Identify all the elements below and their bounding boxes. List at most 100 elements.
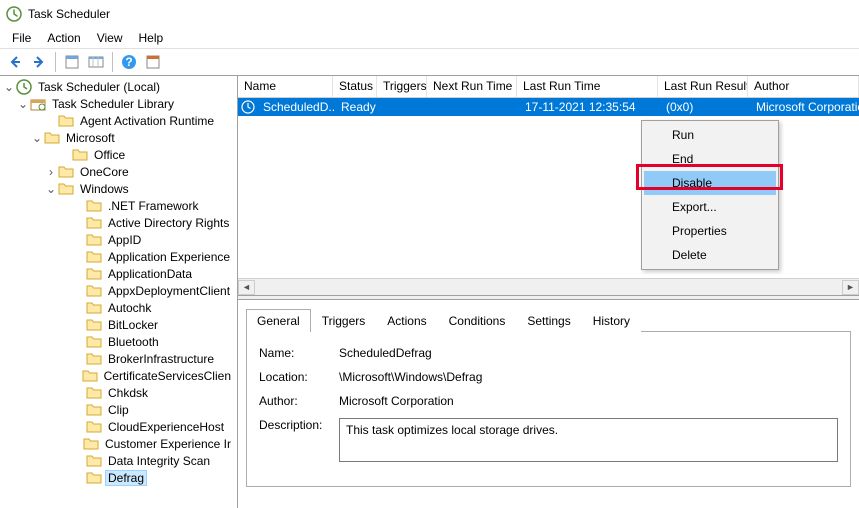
tree-node[interactable]: ›OneCore bbox=[0, 163, 237, 180]
tree-node[interactable]: Agent Activation Runtime bbox=[0, 112, 237, 129]
tree-node[interactable]: AppID bbox=[0, 231, 237, 248]
col-next[interactable]: Next Run Time bbox=[427, 76, 517, 97]
tree-label: Agent Activation Runtime bbox=[78, 114, 216, 128]
tree-node[interactable]: CertificateServicesClien bbox=[0, 367, 237, 384]
scroll-right-icon[interactable]: ► bbox=[842, 280, 859, 295]
folder-icon bbox=[86, 283, 102, 299]
ctx-end[interactable]: End bbox=[644, 147, 776, 171]
col-name[interactable]: Name bbox=[238, 76, 333, 97]
titlebar: Task Scheduler bbox=[0, 0, 859, 28]
tree-node[interactable]: Bluetooth bbox=[0, 333, 237, 350]
tree-label: ApplicationData bbox=[106, 267, 194, 281]
folder-icon bbox=[58, 181, 74, 197]
chevron-down-icon[interactable]: ⌄ bbox=[2, 80, 16, 94]
ctx-delete[interactable]: Delete bbox=[644, 243, 776, 267]
tree-node[interactable]: Application Experience bbox=[0, 248, 237, 265]
tree-spacer bbox=[72, 216, 86, 230]
window-title: Task Scheduler bbox=[28, 7, 110, 21]
scroll-left-icon[interactable]: ◄ bbox=[238, 280, 255, 295]
folder-icon bbox=[86, 334, 102, 350]
menu-view[interactable]: View bbox=[89, 29, 131, 47]
tab-actions[interactable]: Actions bbox=[376, 309, 437, 332]
tree-spacer bbox=[72, 250, 86, 264]
details-pane: General Triggers Actions Conditions Sett… bbox=[238, 300, 859, 508]
tree-node[interactable]: ApplicationData bbox=[0, 265, 237, 282]
tree-node[interactable]: Defrag bbox=[0, 469, 237, 486]
tree-node[interactable]: .NET Framework bbox=[0, 197, 237, 214]
tree-pane[interactable]: ⌄ Task Scheduler (Local) ⌄ Task Schedule… bbox=[0, 76, 238, 508]
label-location: Location: bbox=[259, 370, 339, 384]
label-description: Description: bbox=[259, 418, 339, 432]
tree-node-library[interactable]: ⌄ Task Scheduler Library bbox=[0, 95, 237, 112]
folder-icon bbox=[86, 232, 102, 248]
tab-conditions[interactable]: Conditions bbox=[438, 309, 517, 332]
tree-label: BrokerInfrastructure bbox=[106, 352, 216, 366]
tree-node[interactable]: AppxDeploymentClient bbox=[0, 282, 237, 299]
ctx-run[interactable]: Run bbox=[644, 123, 776, 147]
tree-node[interactable]: Active Directory Rights bbox=[0, 214, 237, 231]
tree-node-root[interactable]: ⌄ Task Scheduler (Local) bbox=[0, 78, 237, 95]
folder-icon bbox=[86, 470, 102, 486]
tab-history[interactable]: History bbox=[582, 309, 641, 332]
tree-node[interactable]: Clip bbox=[0, 401, 237, 418]
menu-help[interactable]: Help bbox=[131, 29, 172, 47]
tree-node[interactable]: ⌄Windows bbox=[0, 180, 237, 197]
tree-label: .NET Framework bbox=[106, 199, 200, 213]
cell-author: Microsoft Corporatio bbox=[750, 100, 859, 114]
ctx-export[interactable]: Export... bbox=[644, 195, 776, 219]
tree-node[interactable]: Chkdsk bbox=[0, 384, 237, 401]
tree-spacer bbox=[72, 437, 83, 451]
col-author[interactable]: Author bbox=[748, 76, 859, 97]
folder-icon bbox=[86, 453, 102, 469]
folder-icon bbox=[82, 368, 98, 384]
chevron-down-icon[interactable]: ⌄ bbox=[16, 97, 30, 111]
col-last[interactable]: Last Run Time bbox=[517, 76, 658, 97]
help-button[interactable]: ? bbox=[118, 51, 140, 73]
folder-icon bbox=[86, 215, 102, 231]
cell-last: 17-11-2021 12:35:54 bbox=[519, 100, 660, 114]
tab-general[interactable]: General bbox=[246, 309, 311, 332]
tree-node[interactable]: Office bbox=[0, 146, 237, 163]
tree-node[interactable]: Customer Experience Ir bbox=[0, 435, 237, 452]
tab-triggers[interactable]: Triggers bbox=[311, 309, 377, 332]
tree-spacer bbox=[72, 199, 86, 213]
toolbar: ? bbox=[0, 48, 859, 76]
col-triggers[interactable]: Triggers bbox=[377, 76, 427, 97]
folder-icon bbox=[86, 385, 102, 401]
tree-node[interactable]: BitLocker bbox=[0, 316, 237, 333]
tree-node[interactable]: Data Integrity Scan bbox=[0, 452, 237, 469]
ctx-properties[interactable]: Properties bbox=[644, 219, 776, 243]
tree-spacer bbox=[72, 352, 86, 366]
col-status[interactable]: Status bbox=[333, 76, 377, 97]
folder-icon bbox=[86, 402, 102, 418]
tree-spacer bbox=[72, 335, 86, 349]
col-result[interactable]: Last Run Result bbox=[658, 76, 748, 97]
tree-label: Customer Experience Ir bbox=[103, 437, 233, 451]
horizontal-scrollbar[interactable]: ◄ ► bbox=[238, 278, 859, 295]
tab-body: Name: ScheduledDefrag Location: \Microso… bbox=[246, 332, 851, 487]
task-row[interactable]: ScheduledD... Ready 17-11-2021 12:35:54 … bbox=[238, 98, 859, 116]
toolbar-btn-1[interactable] bbox=[61, 51, 83, 73]
back-button[interactable] bbox=[4, 51, 26, 73]
tree-node[interactable]: Autochk bbox=[0, 299, 237, 316]
chevron-right-icon[interactable]: › bbox=[44, 165, 58, 179]
tree-node[interactable]: BrokerInfrastructure bbox=[0, 350, 237, 367]
folder-icon bbox=[86, 249, 102, 265]
tree-label: Task Scheduler (Local) bbox=[36, 80, 162, 94]
label-author: Author: bbox=[259, 394, 339, 408]
toolbar-btn-4[interactable] bbox=[142, 51, 164, 73]
ctx-disable[interactable]: Disable bbox=[644, 171, 776, 195]
tab-settings[interactable]: Settings bbox=[516, 309, 581, 332]
menu-action[interactable]: Action bbox=[39, 29, 88, 47]
tree-label: Chkdsk bbox=[106, 386, 150, 400]
chevron-down-icon[interactable]: ⌄ bbox=[30, 131, 44, 145]
tree-label: Clip bbox=[106, 403, 131, 417]
menu-file[interactable]: File bbox=[4, 29, 39, 47]
tree-node[interactable]: CloudExperienceHost bbox=[0, 418, 237, 435]
tree-node[interactable]: ⌄Microsoft bbox=[0, 129, 237, 146]
separator bbox=[112, 52, 113, 72]
chevron-down-icon[interactable]: ⌄ bbox=[44, 182, 58, 196]
toolbar-btn-2[interactable] bbox=[85, 51, 107, 73]
forward-button[interactable] bbox=[28, 51, 50, 73]
value-description[interactable]: This task optimizes local storage drives… bbox=[339, 418, 838, 462]
